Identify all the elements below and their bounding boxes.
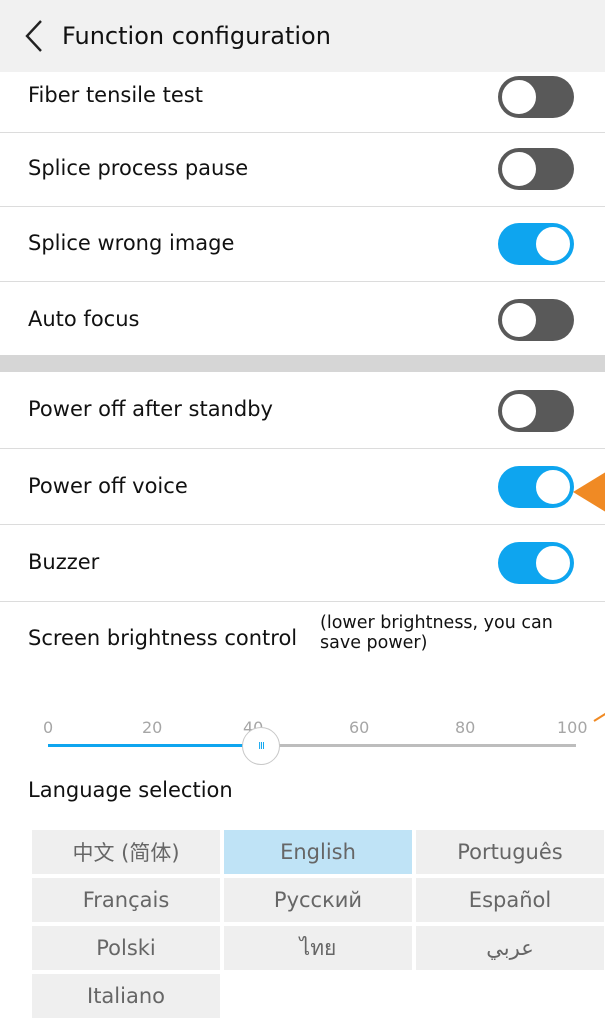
setting-label: Fiber tensile test bbox=[28, 83, 203, 107]
buzzer-toggle[interactable] bbox=[498, 542, 574, 584]
setting-label: Splice process pause bbox=[28, 156, 249, 180]
tick-label: 100 bbox=[557, 718, 588, 737]
language-option[interactable]: Français bbox=[32, 878, 220, 922]
tick-label: 20 bbox=[142, 718, 163, 737]
language-option[interactable]: عربي bbox=[416, 926, 604, 970]
language-option[interactable]: Русский bbox=[224, 878, 412, 922]
power-off-after-standby-toggle[interactable] bbox=[498, 390, 574, 432]
splice-wrong-image-toggle[interactable] bbox=[498, 223, 574, 265]
setting-row-buzzer[interactable]: Buzzer bbox=[0, 525, 605, 602]
brightness-label: Screen brightness control bbox=[28, 626, 298, 650]
annotation-line bbox=[593, 712, 605, 722]
setting-row-auto-focus[interactable]: Auto focus bbox=[0, 282, 605, 355]
brightness-ticks: 0 20 40 60 80 100 bbox=[0, 718, 605, 740]
toggle-knob bbox=[534, 468, 572, 506]
toggle-knob bbox=[500, 301, 538, 339]
splice-process-pause-toggle[interactable] bbox=[498, 148, 574, 190]
setting-row-power-off-voice[interactable]: Power off voice bbox=[0, 449, 605, 525]
language-option[interactable]: ไทย bbox=[224, 926, 412, 970]
setting-label: Auto focus bbox=[28, 307, 140, 331]
brightness-slider-thumb[interactable]: III bbox=[242, 727, 280, 765]
fiber-tensile-test-toggle[interactable] bbox=[498, 76, 574, 118]
toggle-knob bbox=[500, 150, 538, 188]
setting-row-fiber-tensile-test[interactable]: Fiber tensile test bbox=[0, 72, 605, 133]
group-separator bbox=[0, 355, 605, 372]
auto-focus-toggle[interactable] bbox=[498, 299, 574, 341]
setting-label: Buzzer bbox=[28, 550, 100, 574]
tick-label: 0 bbox=[43, 718, 54, 737]
language-option[interactable]: Português bbox=[416, 830, 604, 874]
setting-row-splice-wrong-image[interactable]: Splice wrong image bbox=[0, 207, 605, 282]
language-label: Language selection bbox=[28, 778, 233, 802]
language-option-selected[interactable]: English bbox=[224, 830, 412, 874]
power-off-voice-toggle[interactable] bbox=[498, 466, 574, 508]
brightness-slider-fill bbox=[48, 744, 261, 747]
language-option[interactable]: Italiano bbox=[32, 974, 220, 1018]
setting-label: Power off voice bbox=[28, 474, 188, 498]
setting-row-splice-process-pause[interactable]: Splice process pause bbox=[0, 133, 605, 207]
language-option[interactable]: 中文 (简体) bbox=[32, 830, 220, 874]
tick-label: 60 bbox=[349, 718, 370, 737]
toggle-knob bbox=[500, 78, 538, 116]
chevron-left-icon[interactable] bbox=[24, 16, 60, 56]
header-bar: Function configuration bbox=[0, 0, 605, 72]
annotation-arrow bbox=[573, 470, 605, 514]
language-option[interactable]: Polski bbox=[32, 926, 220, 970]
brightness-note-line-2: save power) bbox=[320, 633, 428, 653]
setting-label: Splice wrong image bbox=[28, 231, 235, 255]
setting-row-power-off-after-standby[interactable]: Power off after standby bbox=[0, 372, 605, 449]
page-title: Function configuration bbox=[62, 22, 331, 50]
brightness-note: (lower brightness, you can save power) bbox=[320, 613, 553, 653]
setting-label: Power off after standby bbox=[28, 397, 273, 421]
brightness-note-line-1: (lower brightness, you can bbox=[320, 613, 553, 633]
language-option[interactable]: Español bbox=[416, 878, 604, 922]
toggle-knob bbox=[534, 544, 572, 582]
toggle-knob bbox=[534, 225, 572, 263]
tick-label: 80 bbox=[455, 718, 476, 737]
toggle-knob bbox=[500, 392, 538, 430]
